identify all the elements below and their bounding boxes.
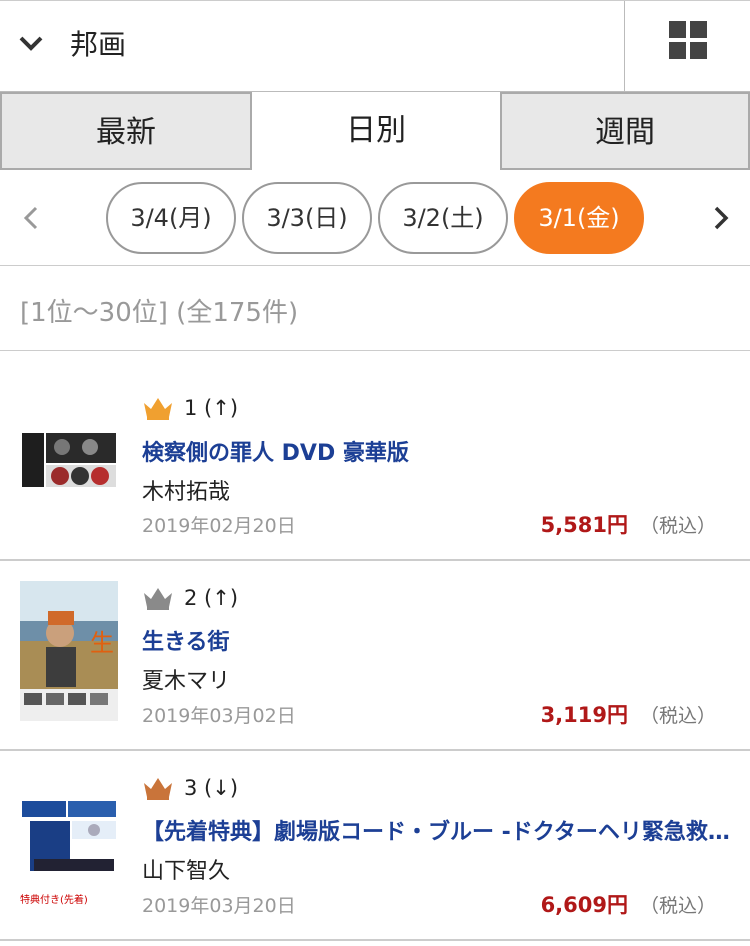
product-title[interactable]: 【先着特典】劇場版コード・ブルー -ドクターヘリ緊急救命- [142, 814, 732, 846]
product-artist: 木村拓哉 [142, 480, 231, 505]
ranking-item: 生 2 (↑) 生きる街 夏木マリ 2019年03月02日 3,119円 （税込… [0, 561, 750, 751]
product-price: 6,609円 [540, 893, 628, 917]
ranking-range: [1位〜30位] (全175件) [20, 298, 299, 328]
next-arrow-icon[interactable] [706, 200, 736, 236]
genre-label: 邦画 [70, 28, 127, 61]
release-date: 2019年03月02日 [142, 705, 296, 727]
rank-line: 2 (↑) [142, 585, 238, 611]
tax-label: （税込） [640, 895, 717, 917]
product-price: 3,119円 [540, 703, 628, 727]
date-chip-0302[interactable]: 3/2(土) [378, 182, 508, 254]
rank-line: 1 (↑) [142, 395, 238, 421]
tab-daily[interactable]: 日別 [250, 92, 502, 170]
product-thumbnail[interactable]: 生 [20, 581, 118, 721]
ranking-item: 1 (↑) 検察側の罪人 DVD 豪華版 木村拓哉 2019年02月20日 5,… [0, 351, 750, 561]
crown-bronze-icon [144, 778, 172, 800]
rank-number: 1 (↑) [184, 396, 239, 420]
chevron-down-icon [19, 36, 43, 51]
tax-label: （税込） [640, 705, 717, 727]
release-date: 2019年02月20日 [142, 515, 296, 537]
rank-line: 3 (↓) [142, 775, 238, 801]
tax-label: （税込） [640, 515, 717, 537]
crown-silver-icon [144, 588, 172, 610]
product-artist: 夏木マリ [142, 669, 231, 694]
thumb-badge: 特典付き(先着) [20, 895, 88, 906]
ranking-tabs: 最新 日別 週間 [0, 92, 750, 170]
product-title[interactable]: 検察側の罪人 DVD 豪華版 [142, 435, 409, 467]
product-thumbnail[interactable] [20, 429, 118, 493]
tab-weekly[interactable]: 週間 [500, 92, 750, 170]
date-chip-0304[interactable]: 3/4(月) [106, 182, 236, 254]
release-date: 2019年03月20日 [142, 895, 296, 917]
tab-latest[interactable]: 最新 [0, 92, 252, 170]
svg-text:生: 生 [90, 629, 114, 657]
genre-dropdown[interactable]: 邦画 [0, 1, 624, 91]
product-artist: 山下智久 [142, 859, 231, 884]
product-price: 5,581円 [540, 513, 628, 537]
genre-bar: 邦画 [0, 0, 750, 92]
prev-arrow-icon[interactable] [16, 200, 46, 236]
ranking-item: 特典付き(先着) 3 (↓) 【先着特典】劇場版コード・ブルー -ドクターヘリ緊… [0, 751, 750, 941]
grid-view-button[interactable] [624, 1, 750, 91]
rank-number: 2 (↑) [184, 586, 239, 610]
date-chip-0303[interactable]: 3/3(日) [242, 182, 372, 254]
date-selector: 3/4(月) 3/3(日) 3/2(土) 3/1(金) [0, 170, 750, 266]
product-cover-image [20, 797, 118, 887]
crown-gold-icon [144, 398, 172, 420]
product-title[interactable]: 生きる街 [142, 624, 230, 656]
rank-number: 3 (↓) [184, 776, 239, 800]
product-thumbnail[interactable]: 特典付き(先着) [20, 797, 118, 907]
date-chip-0301[interactable]: 3/1(金) [514, 182, 644, 254]
